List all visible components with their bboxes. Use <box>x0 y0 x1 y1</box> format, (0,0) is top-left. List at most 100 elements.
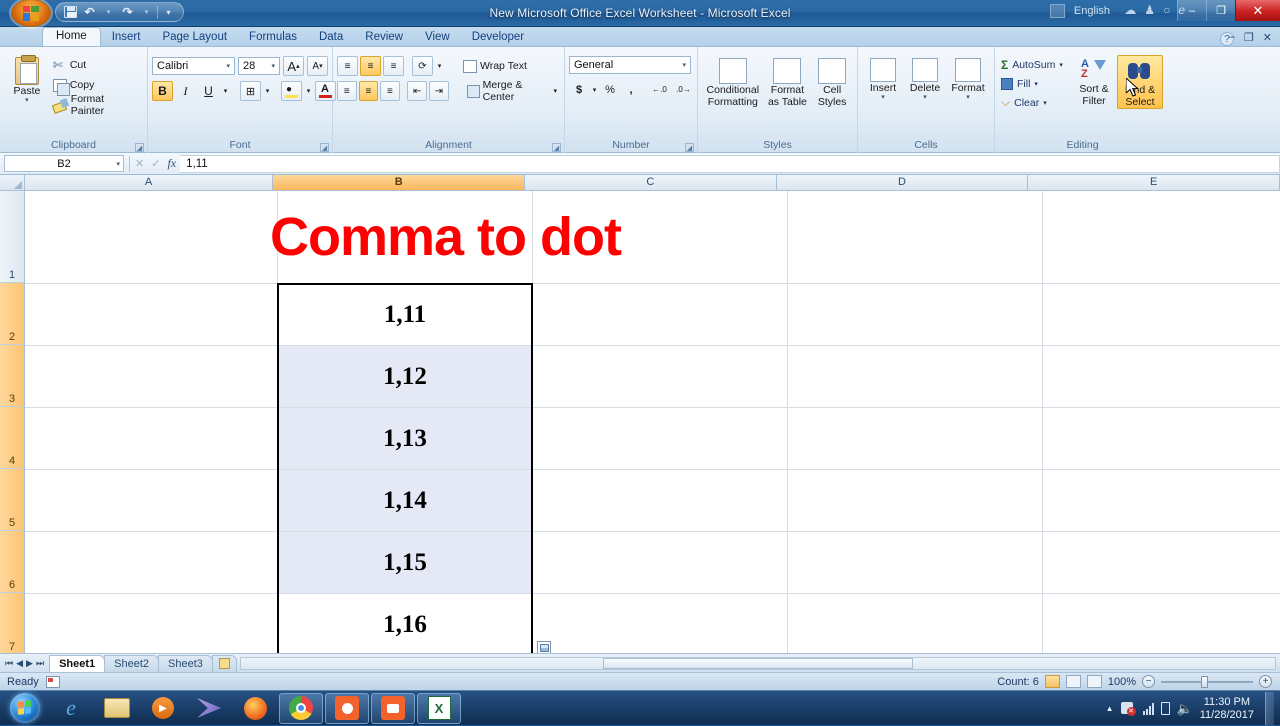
number-format-combo[interactable]: General ▾ <box>569 56 691 74</box>
clear-dropdown-icon[interactable]: ▾ <box>1043 99 1047 107</box>
taskbar-screenshot-tool[interactable] <box>371 693 415 724</box>
tab-insert[interactable]: Insert <box>101 29 152 46</box>
taskbar-internet-explorer[interactable]: e <box>49 693 93 724</box>
first-sheet-button[interactable]: ⏮ <box>5 658 13 669</box>
taskbar-firefox[interactable] <box>233 693 277 724</box>
fill-color-button[interactable]: ● <box>281 81 302 101</box>
merge-center-button[interactable]: Merge & Center ▾ <box>464 81 560 101</box>
format-cells-button[interactable]: Format ▾ <box>946 55 990 101</box>
show-hidden-icons-button[interactable]: ▲ <box>1106 704 1114 713</box>
percent-button[interactable]: % <box>600 80 620 99</box>
taskbar-windows-explorer[interactable] <box>95 693 139 724</box>
horizontal-scrollbar[interactable] <box>240 657 1276 670</box>
font-dialog-launcher[interactable]: ◢ <box>320 143 329 152</box>
show-desktop-button[interactable] <box>1265 692 1274 725</box>
comma-style-button[interactable]: , <box>621 80 641 99</box>
paste-dropdown-icon[interactable]: ▾ <box>25 97 29 104</box>
conditional-formatting-button[interactable]: Conditional Formatting <box>702 55 764 108</box>
paste-button[interactable]: Paste ▾ <box>4 51 50 104</box>
font-size-dropdown-icon[interactable]: ▾ <box>269 62 277 70</box>
row-header-5[interactable]: 5 <box>0 469 24 531</box>
close-button[interactable]: ✕ <box>1235 0 1280 21</box>
zoom-level[interactable]: 100% <box>1108 676 1136 688</box>
currency-button[interactable]: $ <box>569 80 589 99</box>
column-header-c[interactable]: C <box>525 175 777 190</box>
underline-button[interactable]: U <box>198 81 219 101</box>
format-painter-button[interactable]: Format Painter <box>50 95 143 115</box>
cell-b6[interactable]: 1,15 <box>278 532 532 593</box>
ribbon-restore-icon[interactable]: ❐ <box>1244 31 1254 44</box>
maximize-button[interactable]: ❐ <box>1206 0 1235 21</box>
name-box[interactable]: B2 ▾ <box>4 155 124 172</box>
ribbon-close-icon[interactable]: ✕ <box>1263 31 1272 44</box>
insert-cells-dropdown-icon[interactable]: ▾ <box>881 94 885 101</box>
number-dialog-launcher[interactable]: ◢ <box>685 143 694 152</box>
cell-b5[interactable]: 1,14 <box>278 470 532 531</box>
taskbar-screen-recorder[interactable] <box>325 693 369 724</box>
sheet-tab-sheet3[interactable]: Sheet3 <box>158 655 213 672</box>
cut-button[interactable]: ✄ Cut <box>50 55 143 75</box>
underline-dropdown-icon[interactable]: ▾ <box>221 81 230 101</box>
page-layout-view-button[interactable] <box>1066 675 1081 688</box>
sort-filter-button[interactable]: A Z Sort & Filter <box>1071 55 1117 107</box>
row-header-2[interactable]: 2 <box>0 283 24 345</box>
last-sheet-button[interactable]: ⏭ <box>36 658 44 669</box>
zoom-slider-thumb[interactable] <box>1201 676 1208 688</box>
bold-button[interactable]: B <box>152 81 173 101</box>
insert-function-icon[interactable]: fx <box>167 156 176 171</box>
borders-button[interactable]: ⊞ <box>240 81 261 101</box>
font-name-combo[interactable]: Calibri ▾ <box>152 57 235 75</box>
currency-dropdown-icon[interactable]: ▾ <box>590 80 599 99</box>
align-top-button[interactable]: ≡ <box>337 56 358 76</box>
align-right-button[interactable]: ≡ <box>380 81 400 101</box>
prev-sheet-button[interactable]: ◀ <box>16 658 23 669</box>
row-header-4[interactable]: 4 <box>0 407 24 469</box>
fill-dropdown-icon[interactable]: ▾ <box>1034 80 1038 88</box>
minimize-button[interactable]: – <box>1177 0 1206 21</box>
find-select-button[interactable]: Find & Select <box>1117 55 1163 109</box>
taskbar-media-player[interactable]: ▶ <box>141 693 185 724</box>
cell-styles-button[interactable]: Cell Styles <box>811 55 853 108</box>
insert-cells-button[interactable]: Insert ▾ <box>862 55 904 101</box>
align-middle-button[interactable]: ≡ <box>360 56 381 76</box>
tab-review[interactable]: Review <box>354 29 414 46</box>
zoom-out-button[interactable]: − <box>1142 675 1155 688</box>
orientation-button[interactable]: ⟳ <box>412 56 433 76</box>
align-center-button[interactable]: ≡ <box>359 81 379 101</box>
next-sheet-button[interactable]: ▶ <box>26 658 33 669</box>
row-header-6[interactable]: 6 <box>0 531 24 593</box>
clear-button[interactable]: ⌵ Clear ▾ <box>999 93 1071 112</box>
format-cells-dropdown-icon[interactable]: ▾ <box>966 94 970 101</box>
fill-button[interactable]: Fill ▾ <box>999 74 1071 93</box>
merge-center-dropdown-icon[interactable]: ▾ <box>554 87 558 95</box>
paste-options-smart-tag[interactable] <box>537 641 551 653</box>
select-all-corner[interactable] <box>0 175 25 190</box>
tab-page-layout[interactable]: Page Layout <box>151 29 238 46</box>
volume-icon[interactable]: 🔈 <box>1177 701 1193 717</box>
ribbon-minimize-icon[interactable]: – <box>1229 31 1235 44</box>
increase-decimal-button[interactable]: ←.0 <box>648 80 671 99</box>
column-header-e[interactable]: E <box>1028 175 1280 190</box>
insert-worksheet-icon[interactable] <box>212 655 237 672</box>
tab-developer[interactable]: Developer <box>461 29 535 46</box>
tab-view[interactable]: View <box>414 29 461 46</box>
clipboard-dialog-launcher[interactable]: ◢ <box>135 143 144 152</box>
record-macro-icon[interactable] <box>46 676 60 688</box>
grow-font-button[interactable]: A▴ <box>283 56 304 76</box>
taskbar-google-chrome[interactable] <box>279 693 323 724</box>
format-as-table-button[interactable]: Format as Table <box>764 55 812 108</box>
tab-data[interactable]: Data <box>308 29 354 46</box>
orientation-dropdown-icon[interactable]: ▾ <box>435 56 444 76</box>
increase-indent-button[interactable]: ⇥ <box>429 81 449 101</box>
formula-input[interactable]: 1,11 <box>180 155 1280 173</box>
zoom-in-button[interactable]: + <box>1259 675 1272 688</box>
tab-home[interactable]: Home <box>42 27 101 46</box>
number-format-dropdown-icon[interactable]: ▾ <box>680 61 688 69</box>
align-left-button[interactable]: ≡ <box>337 81 357 101</box>
italic-button[interactable]: I <box>175 81 196 101</box>
cell-area[interactable]: Comma to dot 1,11 1,12 1,13 1,14 1,15 1,… <box>25 191 1280 653</box>
delete-cells-button[interactable]: Delete ▾ <box>904 55 946 101</box>
action-center-icon[interactable]: ✕ <box>1121 702 1136 716</box>
zoom-slider[interactable] <box>1161 675 1253 688</box>
autosum-dropdown-icon[interactable]: ▾ <box>1059 61 1063 69</box>
